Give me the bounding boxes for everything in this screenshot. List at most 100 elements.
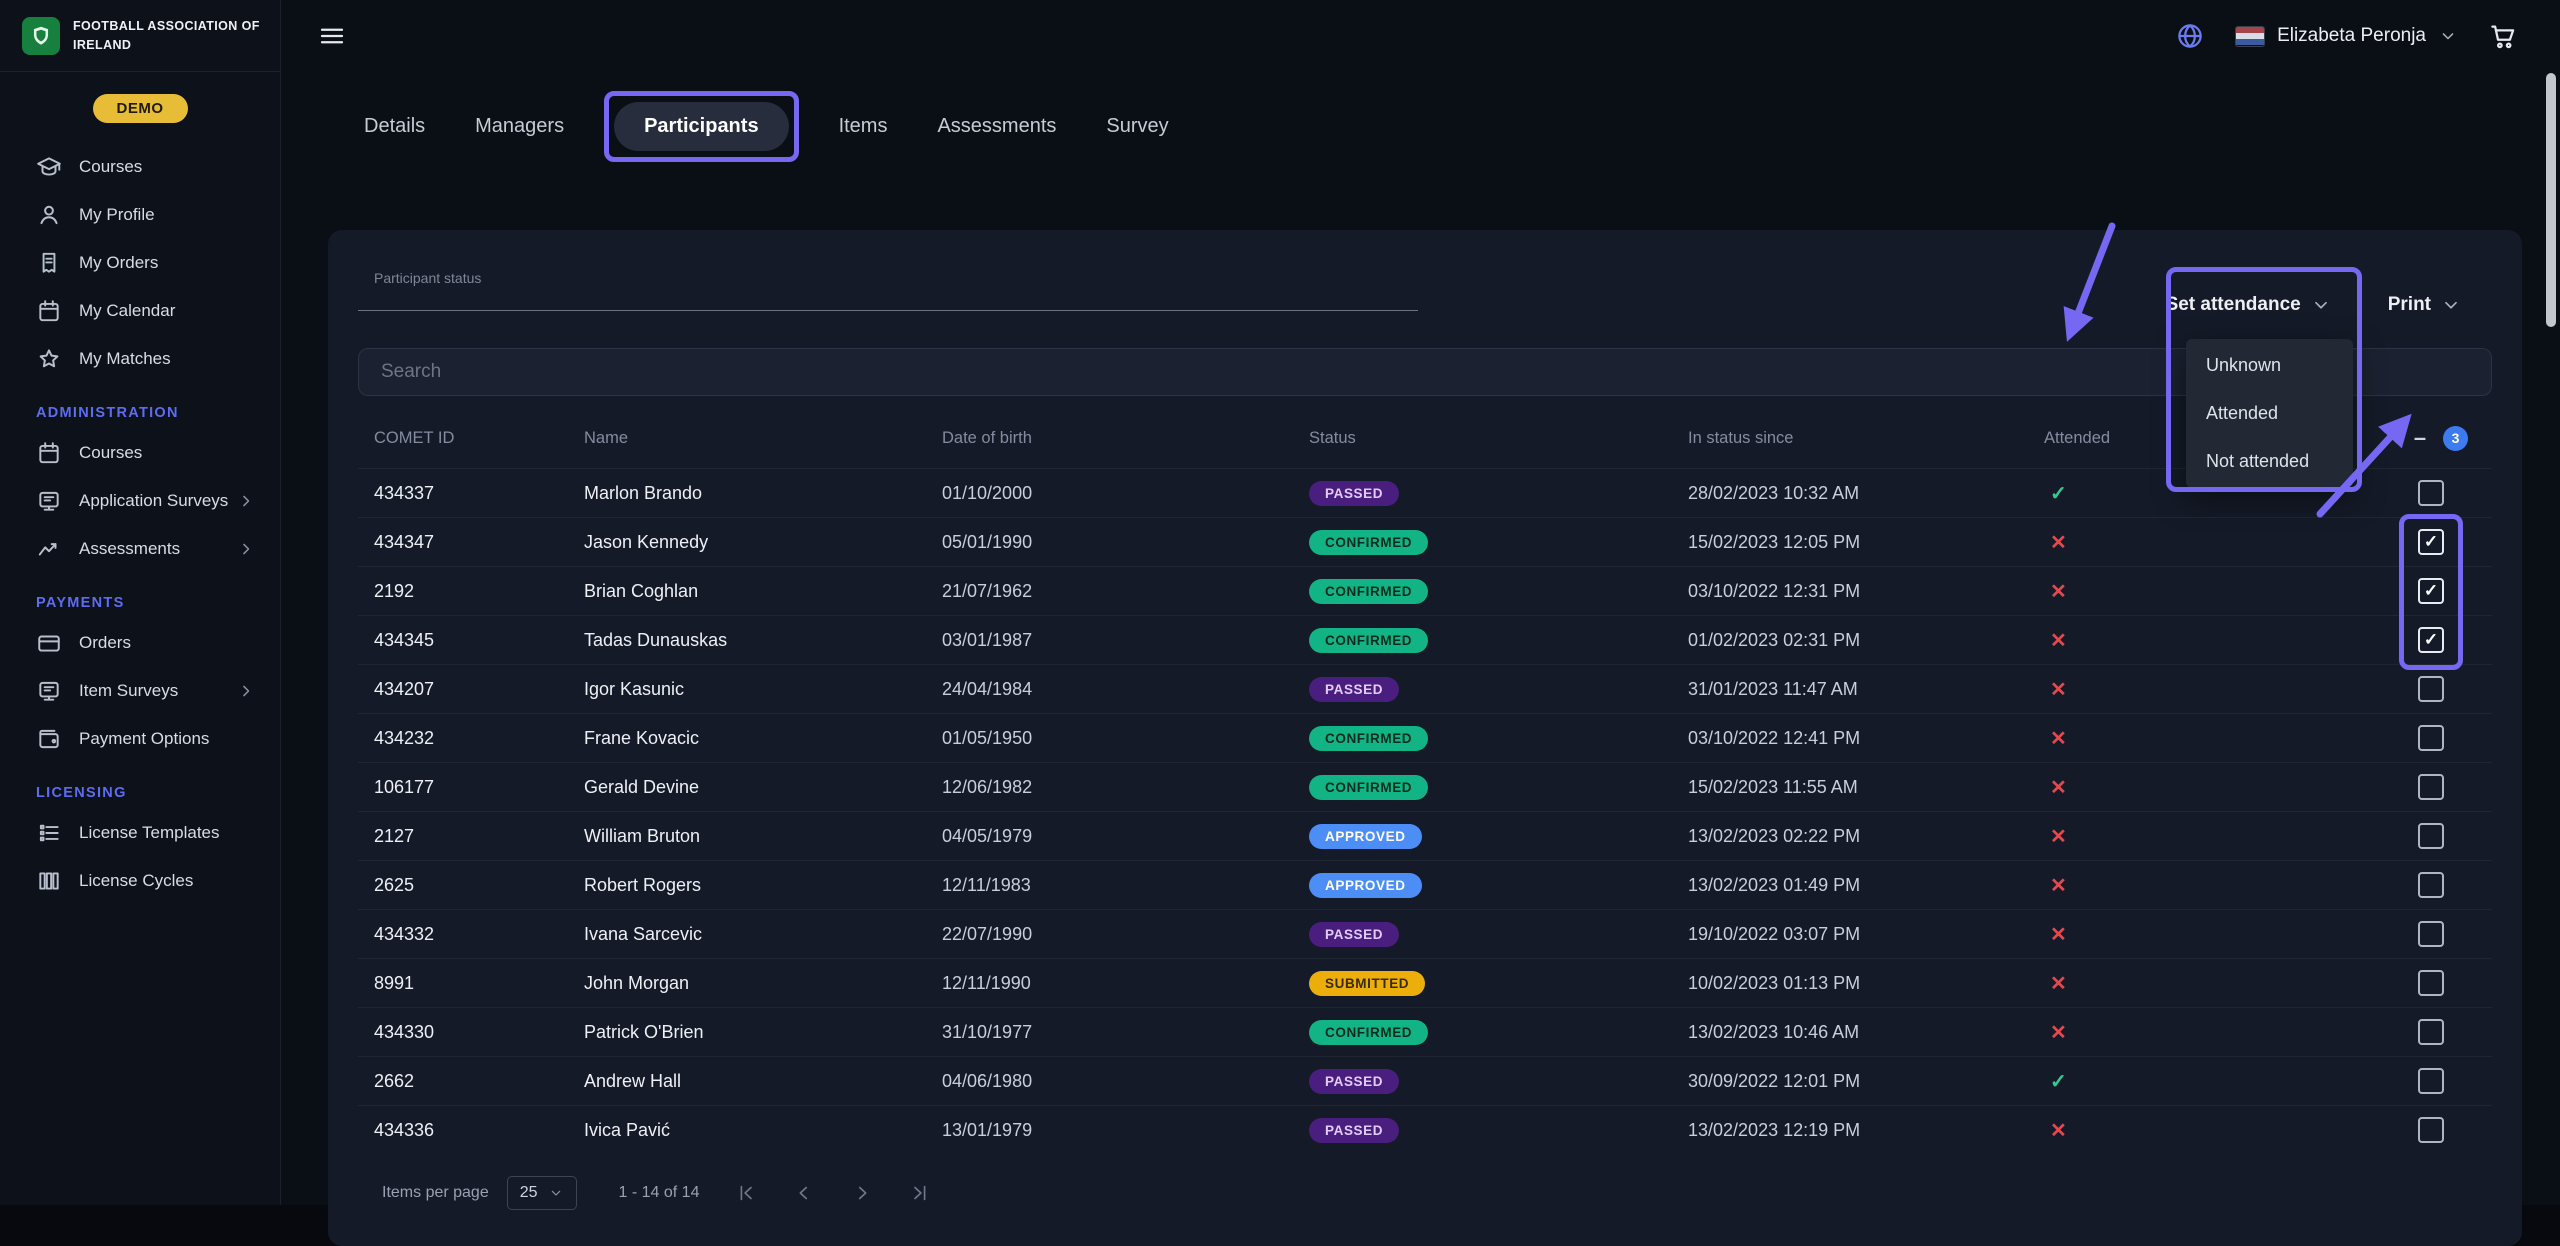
sidebar-item-payment-options[interactable]: Payment Options: [0, 715, 280, 763]
paginator: [735, 1182, 931, 1204]
checkbox-cell: ✓: [2384, 529, 2492, 555]
sidebar-item-item-surveys[interactable]: Item Surveys: [0, 667, 280, 715]
not-attended-x-icon: ✕: [2044, 1120, 2067, 1142]
tab-items[interactable]: Items: [839, 115, 888, 138]
row-checkbox[interactable]: [2418, 676, 2444, 702]
table-actions: Set attendance Print: [2166, 270, 2462, 316]
user-menu[interactable]: Elizabeta Peronja: [2235, 25, 2458, 47]
tab-details[interactable]: Details: [364, 115, 425, 138]
column-header-comet-id[interactable]: COMET ID: [374, 429, 584, 448]
globe-icon[interactable]: [2175, 21, 2205, 51]
sidebar-item-label: License Templates: [79, 823, 220, 843]
participant-row: 434345Tadas Dunauskas03/01/1987CONFIRMED…: [358, 615, 2492, 664]
sidebar-header: Football Association of Ireland: [0, 0, 280, 72]
select-all-indeterminate-checkbox[interactable]: –: [2407, 425, 2433, 451]
column-header-in-status-since[interactable]: In status since: [1688, 429, 2044, 448]
sidebar: Football Association of Ireland DEMO Cou…: [0, 0, 281, 1205]
print-button[interactable]: Print: [2388, 294, 2462, 316]
chevron-down-icon: [2310, 294, 2332, 316]
comet-id-cell: 434207: [374, 679, 584, 700]
row-checkbox[interactable]: [2418, 823, 2444, 849]
participant-row: 2625Robert Rogers12/11/1983APPROVED13/02…: [358, 860, 2492, 909]
sidebar-item-my-calendar[interactable]: My Calendar: [0, 287, 280, 335]
not-attended-x-icon: ✕: [2044, 728, 2067, 750]
participants-table: COMET IDNameDate of birthStatusIn status…: [358, 408, 2492, 1154]
list-icon: [36, 820, 62, 846]
checkbox-cell: ✓: [2384, 578, 2492, 604]
row-checkbox[interactable]: [2418, 1117, 2444, 1143]
menu-icon[interactable]: [317, 21, 347, 51]
attendance-option-unknown[interactable]: Unknown: [2186, 341, 2353, 389]
row-checkbox[interactable]: [2418, 872, 2444, 898]
attended-cell: ✕: [2044, 628, 2384, 653]
sidebar-item-my-profile[interactable]: My Profile: [0, 191, 280, 239]
sidebar-item-label: Item Surveys: [79, 681, 178, 701]
column-header-date-of-birth[interactable]: Date of birth: [942, 429, 1309, 448]
column-header-name[interactable]: Name: [584, 429, 942, 448]
comet-id-cell: 2192: [374, 581, 584, 602]
sidebar-item-label: License Cycles: [79, 871, 193, 891]
status-cell: CONFIRMED: [1309, 530, 1688, 555]
sidebar-item-courses[interactable]: Courses: [0, 143, 280, 191]
columns-icon: [36, 868, 62, 894]
sidebar-item-application-surveys[interactable]: Application Surveys: [0, 477, 280, 525]
scrollbar-thumb[interactable]: [2546, 73, 2556, 327]
attendance-option-not-attended[interactable]: Not attended: [2186, 437, 2353, 485]
checkbox-cell: [2384, 823, 2492, 849]
participant-row: 106177Gerald Devine12/06/1982CONFIRMED15…: [358, 762, 2492, 811]
sidebar-item-license-templates[interactable]: License Templates: [0, 809, 280, 857]
tab-assessments[interactable]: Assessments: [937, 115, 1056, 138]
name-cell: Marlon Brando: [584, 483, 942, 504]
sidebar-item-orders[interactable]: Orders: [0, 619, 280, 667]
row-checkbox[interactable]: [2418, 725, 2444, 751]
first-page-icon[interactable]: [735, 1182, 757, 1204]
set-attendance-button[interactable]: Set attendance: [2166, 294, 2332, 316]
in-status-since-cell: 13/02/2023 10:46 AM: [1688, 1022, 2044, 1043]
participant-row: 434330Patrick O'Brien31/10/1977CONFIRMED…: [358, 1007, 2492, 1056]
not-attended-x-icon: ✕: [2044, 924, 2067, 946]
row-checkbox[interactable]: [2418, 970, 2444, 996]
select-all-header-cell: –3: [2384, 425, 2492, 451]
sidebar-item-courses[interactable]: Courses: [0, 429, 280, 477]
attendance-option-attended[interactable]: Attended: [2186, 389, 2353, 437]
row-checkbox[interactable]: [2418, 480, 2444, 506]
row-checkbox[interactable]: [2418, 1019, 2444, 1045]
comet-id-cell: 2127: [374, 826, 584, 847]
row-checkbox[interactable]: ✓: [2418, 578, 2444, 604]
not-attended-x-icon: ✕: [2044, 777, 2067, 799]
status-badge: CONFIRMED: [1309, 775, 1428, 800]
dob-cell: 03/01/1987: [942, 630, 1309, 651]
tab-managers[interactable]: Managers: [475, 115, 564, 138]
row-checkbox[interactable]: ✓: [2418, 529, 2444, 555]
status-badge: PASSED: [1309, 481, 1399, 506]
main-area: Elizabeta Peronja Details Managers Partici…: [281, 0, 2560, 1205]
cart-icon[interactable]: [2488, 21, 2518, 51]
row-checkbox[interactable]: [2418, 774, 2444, 800]
row-checkbox[interactable]: ✓: [2418, 627, 2444, 653]
attended-cell: ✕: [2044, 530, 2384, 555]
previous-page-icon[interactable]: [793, 1182, 815, 1204]
name-cell: John Morgan: [584, 973, 942, 994]
sidebar-item-license-cycles[interactable]: License Cycles: [0, 857, 280, 905]
row-checkbox[interactable]: [2418, 1068, 2444, 1094]
not-attended-x-icon: ✕: [2044, 630, 2067, 652]
participant-row: 434332Ivana Sarcevic22/07/1990PASSED19/1…: [358, 909, 2492, 958]
row-checkbox[interactable]: [2418, 921, 2444, 947]
participant-status-select[interactable]: Participant status: [358, 270, 1418, 311]
sidebar-item-assessments[interactable]: Assessments: [0, 525, 280, 573]
status-cell: APPROVED: [1309, 824, 1688, 849]
next-page-icon[interactable]: [851, 1182, 873, 1204]
search-input[interactable]: [381, 361, 2469, 383]
tab-participants[interactable]: Participants: [614, 102, 788, 151]
status-cell: PASSED: [1309, 481, 1688, 506]
sidebar-item-my-matches[interactable]: My Matches: [0, 335, 280, 383]
last-page-icon[interactable]: [909, 1182, 931, 1204]
column-header-status[interactable]: Status: [1309, 429, 1688, 448]
tab-survey[interactable]: Survey: [1106, 115, 1168, 138]
name-cell: Ivana Sarcevic: [584, 924, 942, 945]
comet-id-cell: 434345: [374, 630, 584, 651]
status-badge: PASSED: [1309, 1069, 1399, 1094]
sidebar-item-my-orders[interactable]: My Orders: [0, 239, 280, 287]
org-logo-icon: [22, 17, 60, 55]
chart-icon: [36, 536, 62, 562]
